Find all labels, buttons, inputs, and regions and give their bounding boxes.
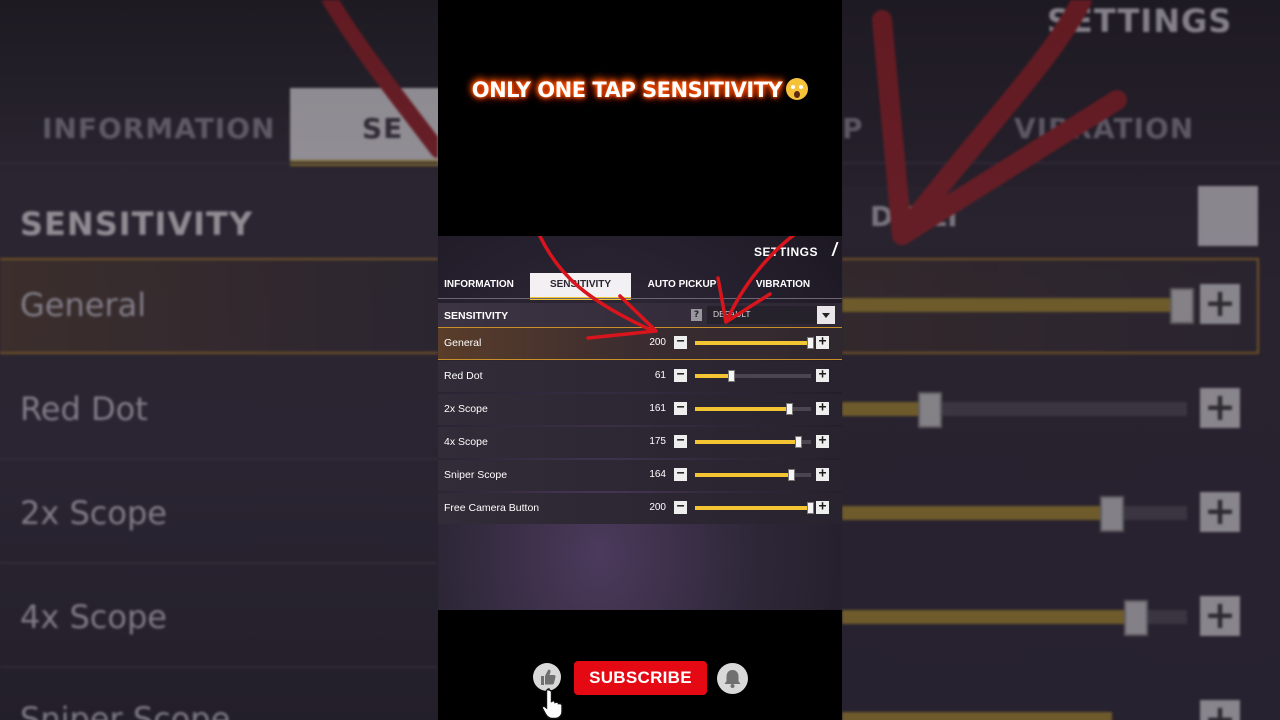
increase-button[interactable]: + [816,500,829,514]
background-left-zoom: INFORMATION SE SENSITIVITY General Red D… [0,0,438,720]
preset-dropdown[interactable]: DEFAULT [707,306,835,324]
settings-tabs: INFORMATION SENSITIVITY AUTO PICKUP VIBR… [438,273,842,300]
sensitivity-value: 61 [654,370,666,381]
sensitivity-slider[interactable] [695,337,814,349]
sensitivity-value: 164 [649,469,666,480]
slider-fill [695,473,791,477]
decrease-button[interactable]: − [674,401,687,415]
sensitivity-slider[interactable] [695,469,811,481]
subscribe-button[interactable]: SUBSCRIBE [574,661,707,695]
sensitivity-row[interactable]: General 200− + [438,327,842,360]
decrease-button[interactable]: − [674,368,687,382]
sensitivity-row-label: 2x Scope [444,403,488,415]
decrease-button[interactable]: − [674,434,687,448]
sensitivity-row-label: Red Dot [444,370,483,382]
slider-fill [695,341,811,345]
sensitivity-row[interactable]: Sniper Scope 164− + [438,460,842,491]
tab-auto-pickup[interactable]: AUTO PICKUP [640,273,724,297]
slider-handle[interactable] [807,502,814,514]
slider-handle[interactable] [728,370,736,382]
sensitivity-slider[interactable] [695,436,811,448]
slider-handle[interactable] [786,403,794,415]
game-settings-panel: SETTINGS INFORMATION SENSITIVITY AUTO PI… [438,236,842,610]
slider-fill [695,374,731,378]
section-title: SENSITIVITY [444,310,509,322]
tab-sensitivity[interactable]: SENSITIVITY [530,273,631,300]
slider-fill [695,440,797,444]
increase-button[interactable]: + [816,467,829,481]
increase-button[interactable]: + [816,368,829,382]
sensitivity-row-label: Free Camera Button [444,502,540,514]
sensitivity-value: 200 [649,337,666,348]
face-screaming-emoji-icon [786,78,809,100]
help-icon[interactable]: ? [691,309,702,321]
sensitivity-value: 200 [649,502,666,513]
sensitivity-slider[interactable] [695,403,811,415]
sensitivity-row-label: General [444,337,482,349]
thumbs-up-icon[interactable] [533,663,561,691]
slider-handle[interactable] [788,469,796,481]
tab-vibration[interactable]: VIBRATION [740,273,826,297]
hand-cursor-icon [542,688,563,720]
sensitivity-value: 161 [649,403,666,414]
sensitivity-row-label: 4x Scope [444,436,488,448]
decrease-button[interactable]: − [674,500,687,514]
chevron-down-icon[interactable] [817,306,835,324]
slider-handle[interactable] [807,337,814,349]
sensitivity-row[interactable]: 4x Scope 175− + [438,427,842,458]
sensitivity-row[interactable]: Red Dot 61− + [438,361,842,392]
close-icon[interactable] [831,242,842,256]
sensitivity-row-label: Sniper Scope [444,469,508,481]
sensitivity-section-header: SENSITIVITY ? DEFAULT [438,303,842,328]
increase-button[interactable]: + [816,335,829,349]
decrease-button[interactable]: − [674,335,687,349]
increase-button[interactable]: + [816,434,829,448]
slider-fill [695,506,811,510]
sensitivity-row[interactable]: 2x Scope 161− + [438,394,842,425]
video-frame: ONLY ONE TAP SENSITIVITY SETTINGS INFORM… [438,0,842,720]
slider-handle[interactable] [794,436,802,448]
tab-divider [438,298,842,299]
slider-fill [695,407,789,411]
tab-information[interactable]: INFORMATION [438,273,520,297]
sensitivity-row[interactable]: Free Camera Button 200− + [438,493,842,524]
sensitivity-value: 175 [649,436,666,447]
sensitivity-slider[interactable] [695,370,811,382]
increase-button[interactable]: + [816,401,829,415]
sensitivity-slider[interactable] [695,502,814,514]
settings-title: SETTINGS [753,245,818,259]
preset-value: DEFAULT [713,309,751,319]
bell-icon[interactable] [717,663,748,694]
video-headline: ONLY ONE TAP SENSITIVITY [438,78,842,102]
background-right-zoom: SETTINGS P VIBRATION D ULT + + + + + [842,0,1280,720]
decrease-button[interactable]: − [674,467,687,481]
